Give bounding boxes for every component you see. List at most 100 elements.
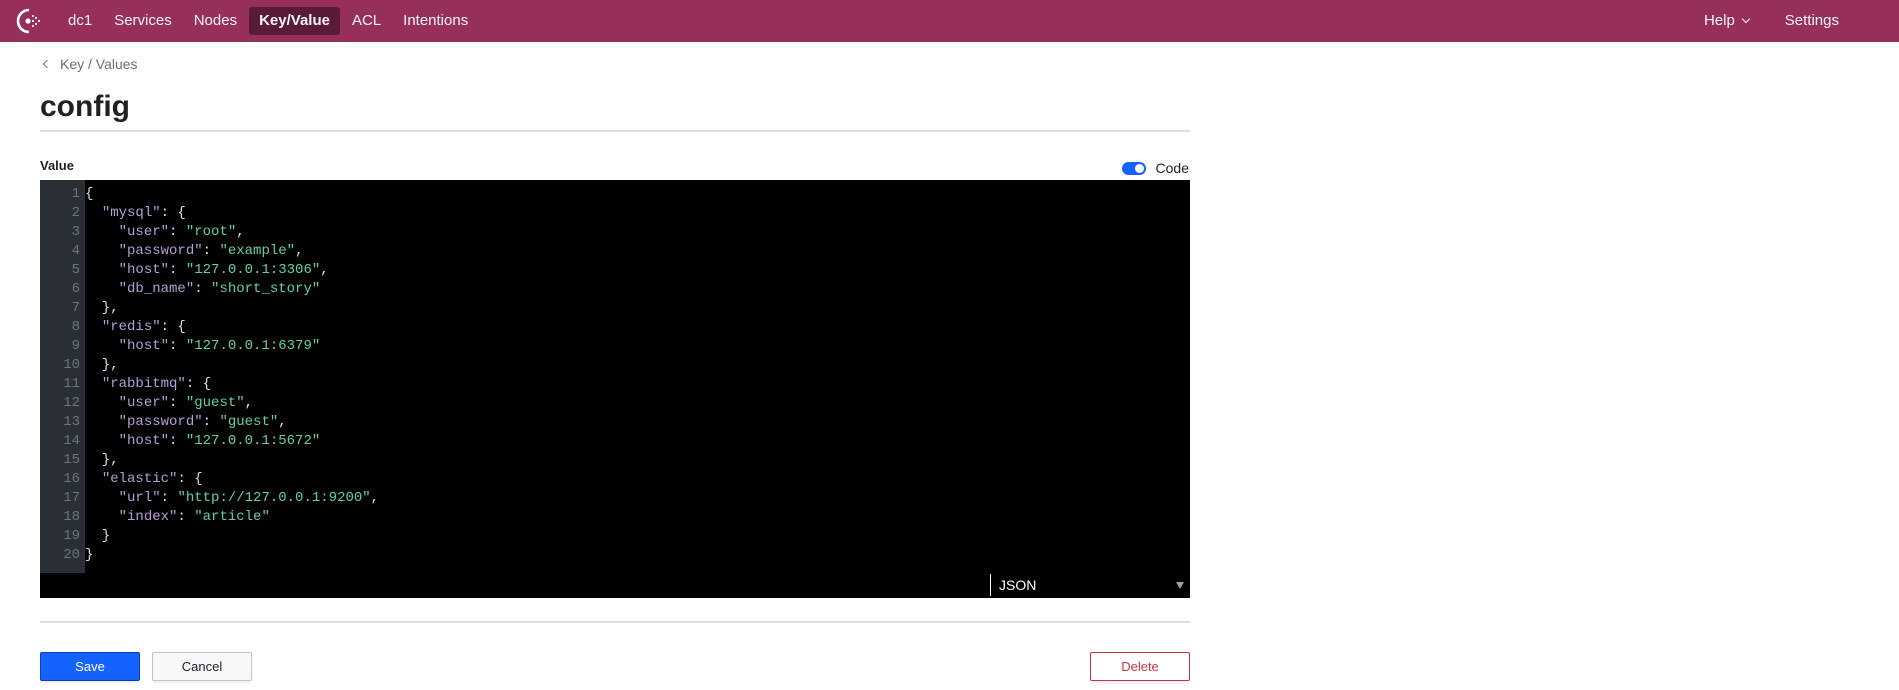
save-button[interactable]: Save (40, 652, 140, 681)
editor-mode-select[interactable]: JSON (990, 572, 1190, 598)
line-number: 10 (63, 357, 80, 373)
secondary-nav: Help Settings (1680, 7, 1851, 35)
line-content: "host": "127.0.0.1:5672" (80, 432, 321, 451)
json-punctuation: , (278, 414, 287, 430)
json-string: "root" (185, 224, 237, 240)
line-number: 16 (63, 471, 80, 487)
json-string: "127.0.0.1:3306" (185, 262, 321, 278)
json-punctuation: }, (85, 300, 119, 316)
nav-intentions[interactable]: Intentions (393, 7, 478, 35)
json-punctuation: : { (185, 376, 212, 392)
json-punctuation: : { (160, 205, 186, 221)
breadcrumb-key-values[interactable]: Key / Values (60, 56, 138, 72)
nav-acl[interactable]: ACL (342, 7, 391, 35)
help-label: Help (1703, 12, 1735, 29)
json-string: "short_story" (211, 281, 321, 297)
json-string: "http://127.0.0.1:9200" (177, 490, 371, 506)
json-punctuation (85, 319, 102, 335)
json-punctuation (85, 243, 119, 259)
json-key: "db_name" (118, 281, 195, 297)
json-key: "mysql" (101, 205, 161, 221)
line-content: "host": "127.0.0.1:3306", (80, 261, 329, 280)
json-punctuation: : (202, 414, 220, 430)
json-punctuation: { (85, 186, 94, 202)
line-content: "url": "http://127.0.0.1:9200", (80, 489, 379, 508)
mode-separator (990, 574, 991, 596)
json-punctuation: : { (160, 319, 186, 335)
line-content: }, (80, 356, 119, 375)
line-number: 6 (71, 281, 80, 297)
line-content: "mysql": { (80, 204, 186, 223)
json-punctuation (85, 490, 119, 506)
code-line: 9 "host": "127.0.0.1:6379" (40, 337, 1190, 356)
nav-datacenter-dc1[interactable]: dc1 (58, 7, 102, 35)
line-content: "user": "root", (80, 223, 245, 242)
code-lines[interactable]: 1{2 "mysql": {3 "user": "root", 4 "passwo… (40, 185, 1190, 565)
line-number: 12 (63, 395, 80, 411)
json-punctuation: , (244, 395, 254, 411)
nav-settings[interactable]: Settings (1775, 7, 1849, 35)
json-string: "127.0.0.1:5672" (185, 433, 321, 449)
line-content: }, (80, 451, 119, 470)
code-toggle[interactable]: Code (1121, 160, 1189, 176)
json-punctuation (85, 224, 119, 240)
caret-down-icon (1176, 581, 1184, 589)
nav-nodes[interactable]: Nodes (184, 7, 247, 35)
code-line: 1{ (40, 185, 1190, 204)
line-number: 13 (63, 414, 80, 430)
json-punctuation (85, 205, 102, 221)
line-number: 11 (63, 376, 80, 392)
page-title: config (40, 90, 130, 123)
code-line: 20} (40, 546, 1190, 565)
json-string: "guest" (219, 414, 279, 430)
chevron-left-icon (42, 59, 52, 69)
line-content: "password": "guest", (80, 413, 287, 432)
code-line: 7 }, (40, 299, 1190, 318)
help-menu[interactable]: Help (1694, 7, 1759, 35)
json-key: "elastic" (101, 471, 178, 487)
nav-key-value[interactable]: Key/Value (249, 7, 340, 35)
json-key: "host" (118, 338, 170, 354)
line-content: "host": "127.0.0.1:6379" (80, 337, 321, 356)
top-navigation-bar: dc1 Services Nodes Key/Value ACL Intenti… (0, 0, 1899, 42)
code-line: 11 "rabbitmq": { (40, 375, 1190, 394)
line-content: "db_name": "short_story" (80, 280, 321, 299)
json-key: "password" (118, 414, 203, 430)
line-number: 14 (63, 433, 80, 449)
code-line: 12 "user": "guest", (40, 394, 1190, 413)
json-key: "rabbitmq" (101, 376, 186, 392)
json-punctuation (85, 338, 119, 354)
json-key: "user" (118, 395, 170, 411)
line-content: "rabbitmq": { (80, 375, 211, 394)
json-punctuation: : (169, 395, 186, 411)
json-punctuation (85, 281, 119, 297)
consul-logo-icon[interactable] (15, 7, 43, 35)
cancel-button[interactable]: Cancel (152, 652, 252, 681)
toggle-switch[interactable] (1121, 161, 1146, 175)
value-label: Value (40, 158, 74, 173)
json-punctuation: } (85, 547, 94, 563)
line-content: } (80, 546, 93, 565)
json-punctuation: : (169, 224, 186, 240)
code-line: 8 "redis": { (40, 318, 1190, 337)
line-content: { (80, 185, 93, 204)
json-punctuation (85, 433, 119, 449)
line-number: 9 (71, 338, 80, 354)
line-number: 8 (71, 319, 80, 335)
json-key: "host" (118, 433, 170, 449)
code-line: 2 "mysql": { (40, 204, 1190, 223)
delete-button[interactable]: Delete (1090, 652, 1190, 681)
json-key: "user" (118, 224, 170, 240)
code-line: 6 "db_name": "short_story" (40, 280, 1190, 299)
chevron-down-icon (1741, 14, 1751, 24)
json-punctuation: }, (85, 357, 119, 373)
line-content: "redis": { (80, 318, 186, 337)
nav-services[interactable]: Services (104, 7, 182, 35)
breadcrumb[interactable]: Key / Values (42, 56, 138, 72)
json-punctuation (85, 376, 102, 392)
json-punctuation: , (320, 262, 329, 278)
main-nav: dc1 Services Nodes Key/Value ACL Intenti… (58, 7, 480, 35)
code-editor[interactable]: 1{2 "mysql": {3 "user": "root", 4 "passwo… (40, 180, 1190, 598)
line-number: 1 (71, 186, 80, 202)
line-number: 2 (71, 205, 80, 221)
